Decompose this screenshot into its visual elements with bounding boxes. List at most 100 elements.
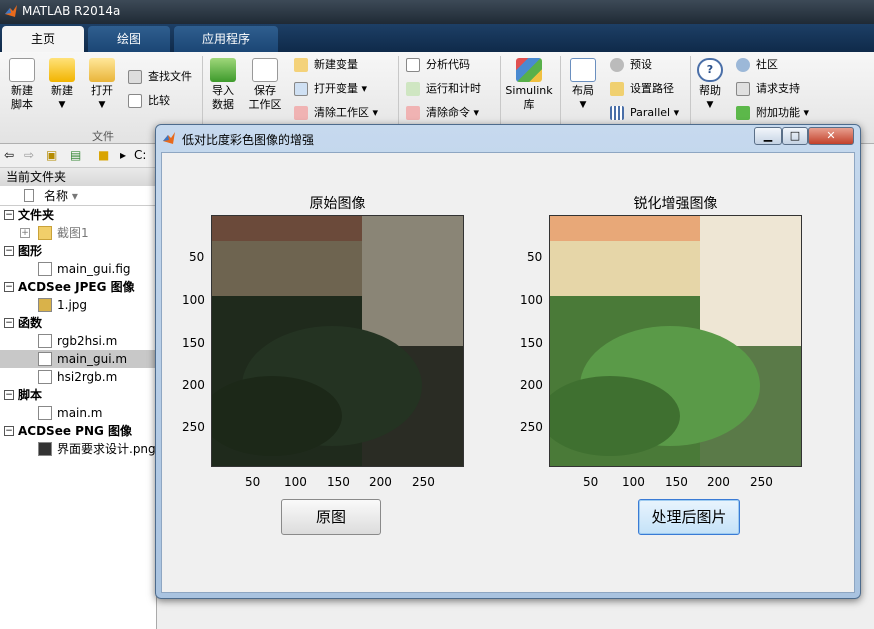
open-button[interactable]: 打开 ▼ [86, 58, 118, 112]
figure-window: 低对比度彩色图像的增强 ▁ □ ✕ 原始图像 锐化增强图像 50 100 150… [155, 124, 861, 599]
tab-apps[interactable]: 应用程序 [174, 26, 278, 52]
list-item[interactable]: main_gui.fig [0, 260, 156, 278]
parallel-icon [610, 106, 624, 120]
item-label: main.m [57, 406, 103, 420]
section-functions[interactable]: − 函数 [0, 314, 156, 332]
maximize-icon: □ [789, 129, 801, 142]
clear-commands-button[interactable]: 清除命令 ▾ [406, 104, 479, 122]
analyze-code-icon [406, 58, 420, 72]
open-variable-button[interactable]: 打开变量 ▾ [294, 80, 367, 98]
app-title-bar: MATLAB R2014a [0, 0, 874, 24]
tab-home[interactable]: 主页 [2, 26, 84, 52]
parallel-button[interactable]: Parallel ▾ [610, 104, 679, 122]
list-item[interactable]: main_gui.m [0, 350, 156, 368]
new-plus-icon [49, 58, 75, 82]
path-separator-icon: ▸ [120, 148, 127, 162]
back-arrow-icon[interactable]: ⇦ [4, 148, 14, 162]
minimize-icon: ▁ [763, 129, 773, 142]
tab-plots[interactable]: 绘图 [88, 26, 170, 52]
section-scripts[interactable]: − 脚本 [0, 386, 156, 404]
new-variable-button[interactable]: 新建变量 [294, 56, 358, 74]
help-question-icon: ? [697, 58, 723, 82]
maximize-button[interactable]: □ [782, 127, 808, 145]
list-item[interactable]: main.m [0, 404, 156, 422]
ytick-label: 250 [182, 420, 205, 434]
matlab-logo-icon [163, 132, 175, 144]
find-files-button[interactable]: 查找文件 [128, 68, 192, 86]
matlab-logo-icon [5, 5, 17, 17]
up-folder-icon[interactable]: ▣ [46, 148, 57, 162]
address-path[interactable]: C: [134, 148, 146, 162]
axes-right-title: 锐化增强图像 [633, 196, 718, 212]
community-button[interactable]: 社区 [736, 56, 778, 74]
m-file-icon [38, 352, 52, 366]
request-support-button[interactable]: 请求支持 [736, 80, 800, 98]
request-support-label: 请求支持 [756, 82, 800, 95]
parallel-label: Parallel [630, 106, 671, 119]
item-label: rgb2hsi.m [57, 334, 118, 348]
clear-commands-label: 清除命令 [426, 106, 470, 119]
current-folder-header: 当前文件夹 [0, 168, 156, 186]
section-png[interactable]: − ACDSee PNG 图像 [0, 422, 156, 440]
section-label: 函数 [18, 316, 43, 330]
collapse-icon[interactable]: − [4, 246, 14, 256]
minimize-button[interactable]: ▁ [754, 127, 782, 145]
processed-image-button[interactable]: 处理后图片 [638, 499, 740, 535]
xtick-label: 200 [707, 475, 730, 489]
section-label: ACDSee PNG 图像 [18, 424, 133, 438]
open-variable-label: 打开变量 [314, 82, 358, 95]
collapse-icon[interactable]: − [4, 390, 14, 400]
forward-arrow-icon[interactable]: ⇨ [24, 148, 34, 162]
import-arrow-icon [210, 58, 236, 82]
community-label: 社区 [756, 58, 778, 71]
section-figures[interactable]: − 图形 [0, 242, 156, 260]
section-folders[interactable]: − 文件夹 [0, 206, 156, 224]
list-item[interactable]: rgb2hsi.m [0, 332, 156, 350]
import-data-button[interactable]: 导入 数据 [206, 58, 240, 112]
collapse-icon[interactable]: − [4, 282, 14, 292]
section-jpeg[interactable]: − ACDSee JPEG 图像 [0, 278, 156, 296]
original-image [212, 216, 463, 466]
analyze-code-button[interactable]: 分析代码 [406, 56, 470, 74]
new-script-button[interactable]: 新建 脚本 [6, 58, 38, 112]
current-folder-panel: ⇦ ⇨ ▣ ▤ ■ ▸ C: 当前文件夹 名称 ▾ − 文件夹 + 截图1 − 图形 … [0, 144, 157, 629]
section-label: ACDSee JPEG 图像 [18, 280, 135, 294]
preferences-button[interactable]: 预设 [610, 56, 652, 74]
list-item[interactable]: 1.jpg [0, 296, 156, 314]
collapse-icon[interactable]: − [4, 318, 14, 328]
name-column-label: 名称 [44, 189, 69, 203]
save-workspace-button[interactable]: 保存 工作区 [246, 58, 284, 112]
set-path-button[interactable]: 设置路径 [610, 80, 674, 98]
list-item[interactable]: 界面要求设计.png [0, 440, 156, 458]
run-and-time-button[interactable]: 运行和计时 [406, 80, 481, 98]
browse-folder-icon[interactable]: ▤ [70, 148, 81, 162]
original-image-button[interactable]: 原图 [281, 499, 381, 535]
list-item[interactable]: + 截图1 [0, 224, 156, 242]
figure-canvas: 原始图像 锐化增强图像 50 100 150 200 250 50 100 15… [161, 152, 855, 593]
list-item[interactable]: hsi2rgb.m [0, 368, 156, 386]
axes-left-title: 原始图像 [309, 196, 366, 212]
compare-button[interactable]: 比较 [128, 92, 170, 110]
layout-button[interactable]: 布局 ▼ [566, 58, 600, 112]
simulink-library-button[interactable]: Simulink 库 [504, 58, 554, 112]
save-workspace-icon [252, 58, 278, 82]
expand-icon[interactable]: + [20, 228, 30, 238]
item-label: 界面要求设计.png [57, 442, 156, 456]
group-file-label: 文件 [92, 130, 114, 143]
collapse-icon[interactable]: − [4, 210, 14, 220]
xtick-label: 100 [622, 475, 645, 489]
item-label: main_gui.fig [57, 262, 131, 276]
name-column-header[interactable]: 名称 ▾ [0, 186, 156, 206]
collapse-icon[interactable]: − [4, 426, 14, 436]
item-label: main_gui.m [57, 352, 128, 366]
help-button[interactable]: ? 帮助 ▼ [694, 58, 726, 112]
set-path-icon [610, 82, 624, 96]
compare-label: 比较 [148, 94, 170, 107]
ytick-label: 150 [520, 336, 543, 350]
new-button[interactable]: 新建 ▼ [46, 58, 78, 112]
close-button[interactable]: ✕ [808, 127, 854, 145]
analyze-code-label: 分析代码 [426, 58, 470, 71]
clear-workspace-button[interactable]: 清除工作区 ▾ [294, 104, 378, 122]
add-ons-button[interactable]: 附加功能 ▾ [736, 104, 809, 122]
xtick-label: 250 [412, 475, 435, 489]
